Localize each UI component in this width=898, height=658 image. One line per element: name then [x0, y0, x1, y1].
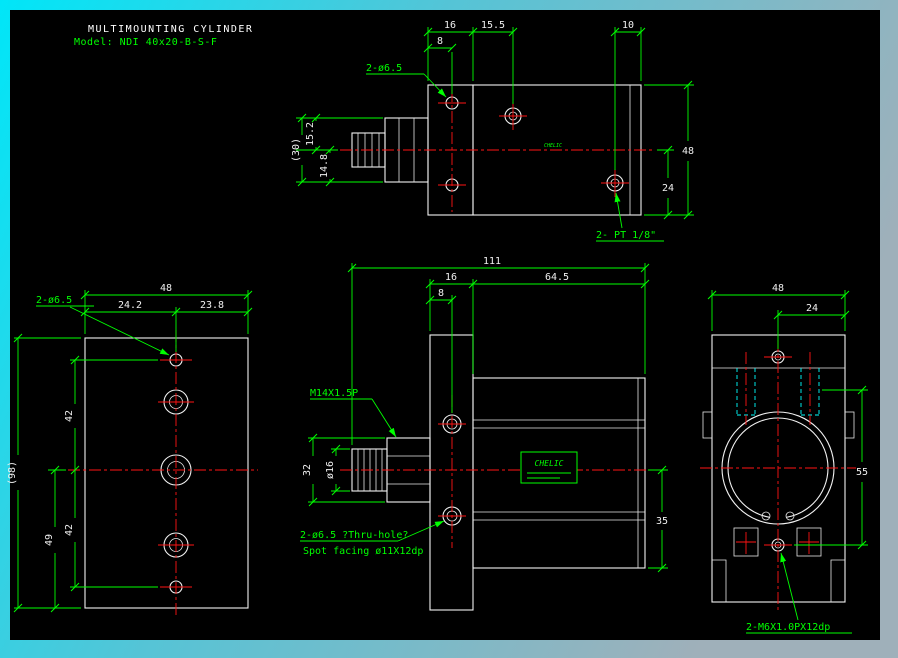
stamp-mark-top: CHELIC: [544, 143, 562, 149]
dim-dia16: ø16: [325, 461, 336, 479]
dim-15-5: 15.5: [481, 20, 505, 31]
dim-16: 16: [444, 20, 456, 31]
dim-42-bottom: 42: [64, 524, 75, 536]
thru-hole-callout: 2-ø6.5 ?Thru-hole?: [300, 530, 408, 541]
hole-callout: 2-ø6.5: [36, 295, 72, 306]
dim-111: 111: [483, 256, 501, 267]
dim-8: 8: [437, 36, 443, 47]
brand-stamp: CHELIC: [521, 452, 577, 483]
tap-callout: 2-M6X1.0PX12dp: [746, 622, 830, 633]
dim-16: 16: [445, 272, 457, 283]
dim-15-2: 15.2: [305, 122, 316, 146]
dim-64-5: 64.5: [545, 272, 569, 283]
dim-32: 32: [302, 464, 313, 476]
dim-24: 24: [806, 303, 818, 314]
dim-42-top: 42: [64, 410, 75, 422]
model-number: Model: NDI 40x20-B-S-F: [74, 37, 217, 48]
dim-14-8: 14.8: [319, 154, 330, 178]
dim-48: 48: [772, 283, 784, 294]
thread-callout: M14X1.5P: [310, 388, 358, 399]
spotface-callout: Spot facing ø11X12dp: [303, 546, 423, 557]
dim-23-8: 23.8: [200, 300, 224, 311]
dim-48: 48: [682, 146, 694, 157]
drawing-canvas[interactable]: [10, 10, 880, 640]
dim-55: 55: [856, 467, 868, 478]
drawing-title: MULTIMOUNTING CYLINDER: [88, 24, 253, 35]
dim-8: 8: [438, 288, 444, 299]
dim-10: 10: [622, 20, 634, 31]
stamp-mark: CHELIC: [535, 459, 564, 468]
dim-35: 35: [656, 516, 668, 527]
port-callout: 2- PT 1/8": [596, 230, 656, 241]
hole-callout: 2-ø6.5: [366, 63, 402, 74]
dim-24: 24: [662, 183, 674, 194]
cad-window: MULTIMOUNTING CYLINDER Model: NDI 40x20-…: [0, 0, 898, 658]
dim-30: (30): [291, 138, 302, 162]
dim-48: 48: [160, 283, 172, 294]
dim-98: (98): [7, 461, 18, 485]
dim-49: 49: [44, 534, 55, 546]
dim-24-2: 24.2: [118, 300, 142, 311]
